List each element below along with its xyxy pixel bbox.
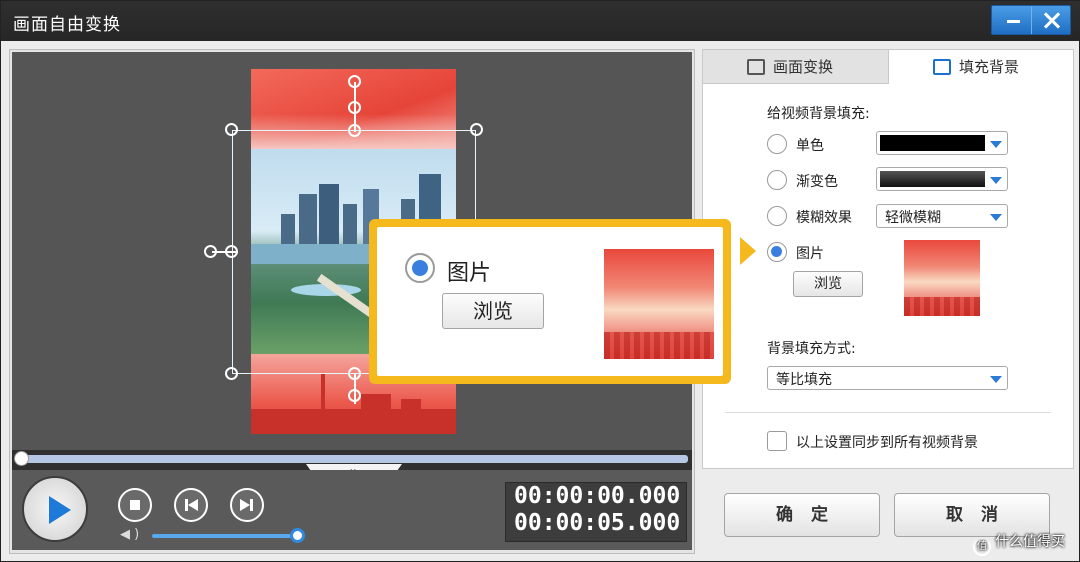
background-image-thumbnail (904, 240, 980, 316)
callout-browse-button: 浏览 (442, 293, 544, 329)
radio-solid-color[interactable] (767, 134, 787, 154)
browse-button[interactable]: 浏览 (793, 271, 863, 297)
callout-radio-image (405, 253, 435, 283)
stop-button[interactable] (118, 488, 152, 522)
fill-mode-value: 等比填充 (776, 372, 832, 388)
resize-handle-bottom[interactable] (348, 367, 361, 380)
resize-handle-bottom-left[interactable] (225, 367, 238, 380)
transform-icon (747, 59, 765, 75)
radio-blur[interactable] (767, 206, 787, 226)
gradient-dropdown[interactable] (876, 167, 1008, 191)
callout-body: 图片 浏览 (377, 227, 723, 376)
play-button[interactable] (22, 476, 88, 542)
rotate-handle[interactable] (348, 75, 361, 88)
volume-icon[interactable]: ◀ ) (120, 528, 142, 542)
callout-image-label: 图片 (447, 261, 492, 286)
sync-label: 以上设置同步到所有视频背景 (796, 435, 978, 451)
gradient-swatch (880, 171, 985, 187)
timecode-display: 00:00:00.000 00:00:05.000 (505, 482, 687, 542)
solid-color-dropdown[interactable] (876, 131, 1008, 155)
sync-checkbox[interactable] (767, 431, 787, 451)
chevron-down-icon (990, 214, 1002, 221)
callout-arrow (740, 237, 756, 265)
resize-handle-bottom-mid[interactable] (348, 389, 361, 402)
tab-transform-label: 画面变换 (773, 58, 834, 76)
resize-handle-top[interactable] (348, 124, 361, 137)
watermark-logo-icon: 值 (973, 538, 991, 556)
close-icon[interactable] (1030, 6, 1071, 34)
fill-mode-label: 背景填充方式: (767, 341, 856, 357)
resize-handle-left-outer[interactable] (204, 245, 217, 258)
chevron-down-icon (990, 376, 1002, 383)
ok-button[interactable]: 确定 (724, 493, 880, 537)
resize-handle-left[interactable] (225, 245, 238, 258)
chevron-down-icon (990, 141, 1002, 148)
previous-frame-button[interactable] (174, 488, 208, 522)
tab-fill-background-label: 填充背景 (959, 58, 1020, 76)
timeline-knob[interactable] (14, 451, 29, 466)
volume-knob[interactable] (290, 528, 305, 543)
zoom-callout: 图片 浏览 (369, 219, 731, 384)
total-time: 00:00:05.000 (514, 510, 681, 536)
current-time: 00:00:00.000 (514, 483, 681, 509)
solid-color-label: 单色 (796, 138, 824, 154)
resize-handle-top-mid[interactable] (348, 101, 361, 114)
watermark-text: 什么值得买 (995, 534, 1065, 550)
fill-background-icon (933, 59, 951, 75)
tab-fill-background[interactable]: 填充背景 (889, 50, 1073, 84)
blur-label: 模糊效果 (796, 210, 852, 226)
image-label: 图片 (796, 246, 824, 262)
minimize-icon[interactable] (992, 6, 1031, 34)
radio-image[interactable] (767, 242, 787, 262)
resize-handle-top-right[interactable] (470, 123, 483, 136)
fill-section-label: 给视频背景填充: (767, 106, 870, 122)
settings-panel: 画面变换 填充背景 给视频背景填充: 单色 渐变色 模糊效果 轻微模糊 图片 浏… (702, 49, 1074, 469)
volume-slider[interactable] (152, 534, 297, 538)
dialog-window: 画面自由变换 ⌄ ◀) 00:00:00.000 00:00:05.000 画… (0, 0, 1080, 562)
blur-value: 轻微模糊 (885, 210, 941, 226)
window-controls (991, 5, 1071, 35)
resize-handle-top-left[interactable] (225, 123, 238, 136)
timeline-track[interactable] (20, 455, 688, 463)
gradient-label: 渐变色 (796, 174, 838, 190)
blur-dropdown[interactable]: 轻微模糊 (876, 204, 1008, 228)
chevron-down-icon (990, 177, 1002, 184)
fill-mode-dropdown[interactable]: 等比填充 (767, 366, 1008, 390)
window-title: 画面自由变换 (13, 15, 121, 35)
callout-image-thumbnail (604, 249, 714, 359)
title-bar[interactable]: 画面自由变换 (1, 1, 1080, 41)
divider (725, 412, 1051, 413)
watermark: 值什么值得买 (973, 531, 1065, 556)
radio-gradient[interactable] (767, 170, 787, 190)
tab-bar: 画面变换 填充背景 (703, 50, 1073, 84)
tab-transform[interactable]: 画面变换 (703, 50, 889, 84)
solid-color-swatch (880, 135, 985, 151)
next-frame-button[interactable] (230, 488, 264, 522)
